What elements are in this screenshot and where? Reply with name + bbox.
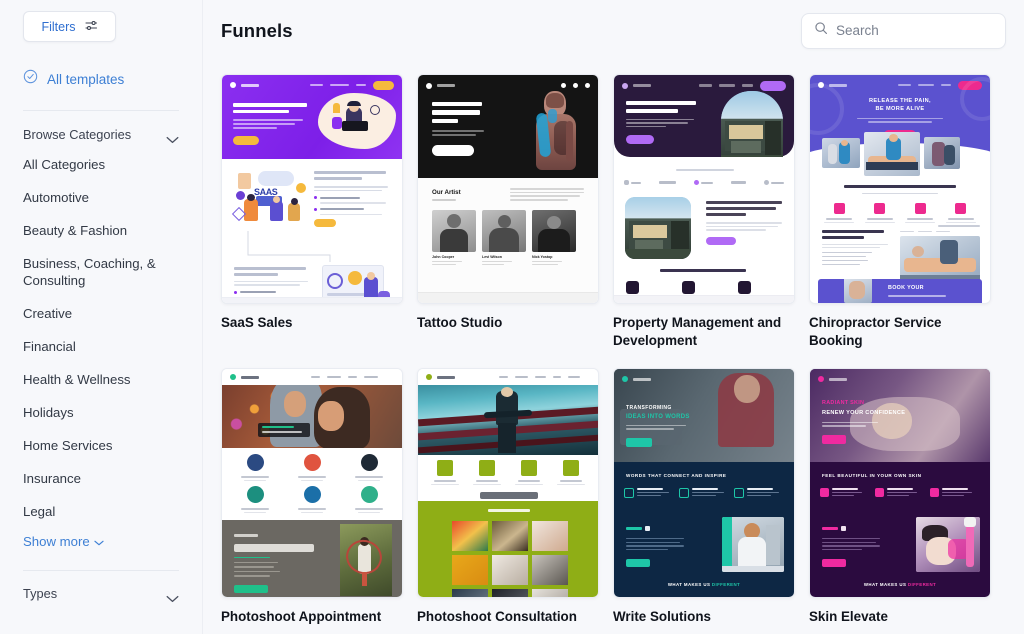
template-title: Chiropractor Service Booking: [809, 315, 942, 348]
types-label: Types: [23, 586, 58, 601]
template-thumbnail[interactable]: RADIANT SKIN RENEW YOUR CONFIDENCE FEEL …: [809, 368, 991, 598]
template-title: Photoshoot Consultation: [417, 609, 577, 624]
thumbnail-preview: Our Artist John Cooper Levi Wilson Nick …: [418, 75, 598, 303]
search-input[interactable]: [836, 23, 993, 38]
search-icon: [814, 21, 828, 40]
template-title: Photoshoot Appointment: [221, 609, 382, 624]
template-card[interactable]: Property Management and Development: [613, 74, 795, 368]
main-content: Funnels Search SAAS SaaS Sales Our Artis…: [203, 0, 1024, 634]
template-card[interactable]: RADIANT SKIN RENEW YOUR CONFIDENCE FEEL …: [809, 368, 991, 634]
category-list: All Categories Automotive Beauty & Fashi…: [0, 157, 202, 520]
template-thumbnail[interactable]: Our Artist John Cooper Levi Wilson Nick …: [417, 74, 599, 304]
filters-button-label: Filters: [41, 19, 76, 34]
browse-categories-header[interactable]: Browse Categories: [23, 127, 179, 143]
sidebar: Filters All templates Browse Categories …: [0, 0, 203, 634]
template-card[interactable]: Our Artist John Cooper Levi Wilson Nick …: [417, 74, 599, 368]
chevron-down-icon: [166, 131, 179, 143]
check-circle-icon: [23, 69, 38, 89]
artist-name: Levi Wilson: [482, 255, 502, 259]
sidebar-category-item[interactable]: Health & Wellness: [0, 372, 202, 388]
sidebar-category-item[interactable]: Creative: [0, 306, 202, 322]
thumbnail-preview: RADIANT SKIN RENEW YOUR CONFIDENCE FEEL …: [810, 369, 990, 597]
sidebar-category-item[interactable]: Business, Coaching, & Consulting: [0, 256, 202, 289]
page-title: Funnels: [221, 19, 293, 41]
template-title: Tattoo Studio: [417, 315, 503, 330]
thumbnail-preview: SAAS: [222, 75, 402, 303]
template-thumbnail[interactable]: [417, 368, 599, 598]
sidebar-divider-top: [23, 110, 179, 111]
template-thumbnail[interactable]: [613, 74, 795, 304]
sidebar-category-item[interactable]: Home Services: [0, 438, 202, 454]
chevron-down-icon: [166, 590, 179, 602]
template-card[interactable]: TRANSFORMING IDEAS INTO WORDS WORDS THAT…: [613, 368, 795, 634]
template-title: SaaS Sales: [221, 315, 293, 330]
sidebar-category-item[interactable]: All Categories: [0, 157, 202, 173]
sidebar-category-item[interactable]: Insurance: [0, 471, 202, 487]
thumbnail-preview: TRANSFORMING IDEAS INTO WORDS WORDS THAT…: [614, 369, 794, 597]
browse-categories-label: Browse Categories: [23, 127, 132, 142]
template-card[interactable]: RELEASE THE PAIN, BE MORE ALIVE BOOK YOU…: [809, 74, 991, 368]
chevron-down-icon: [94, 534, 104, 549]
show-more-button[interactable]: Show more: [0, 534, 202, 549]
thumbnail-preview: RELEASE THE PAIN, BE MORE ALIVE BOOK YOU…: [810, 75, 990, 303]
template-thumbnail[interactable]: TRANSFORMING IDEAS INTO WORDS WORDS THAT…: [613, 368, 795, 598]
sidebar-divider-bottom: [23, 570, 179, 571]
thumbnail-preview: [222, 369, 402, 597]
all-templates-label: All templates: [47, 71, 125, 87]
template-card[interactable]: Photoshoot Consultation: [417, 368, 599, 634]
artist-name: John Cooper: [432, 255, 455, 259]
sidebar-category-item[interactable]: Automotive: [0, 190, 202, 206]
template-title: Property Management and Development: [613, 315, 782, 348]
sidebar-category-item[interactable]: Beauty & Fashion: [0, 223, 202, 239]
template-title: Skin Elevate: [809, 609, 888, 624]
show-more-label: Show more: [23, 534, 90, 549]
sidebar-category-item[interactable]: Holidays: [0, 405, 202, 421]
artist-name: Nick Yostop: [532, 255, 553, 259]
template-card[interactable]: Photoshoot Appointment: [221, 368, 403, 634]
sidebar-category-item[interactable]: Legal: [0, 504, 202, 520]
sliders-icon: [84, 18, 98, 36]
types-header[interactable]: Types: [23, 586, 179, 602]
sidebar-item-all-templates[interactable]: All templates: [23, 69, 202, 89]
template-thumbnail[interactable]: RELEASE THE PAIN, BE MORE ALIVE BOOK YOU…: [809, 74, 991, 304]
app-root: Filters All templates Browse Categories …: [0, 0, 1024, 634]
search-box[interactable]: [801, 12, 1006, 49]
template-title: Write Solutions: [613, 609, 711, 624]
thumbnail-preview: [614, 75, 794, 303]
filters-button[interactable]: Filters: [23, 11, 116, 42]
template-thumbnail[interactable]: SAAS: [221, 74, 403, 304]
thumbnail-preview: [418, 369, 598, 597]
template-card[interactable]: SAAS SaaS Sales: [221, 74, 403, 368]
template-thumbnail[interactable]: [221, 368, 403, 598]
sidebar-category-item[interactable]: Financial: [0, 339, 202, 355]
template-grid: SAAS SaaS Sales Our Artist John Cooper L…: [203, 61, 1024, 634]
top-bar: Funnels: [203, 0, 1024, 61]
